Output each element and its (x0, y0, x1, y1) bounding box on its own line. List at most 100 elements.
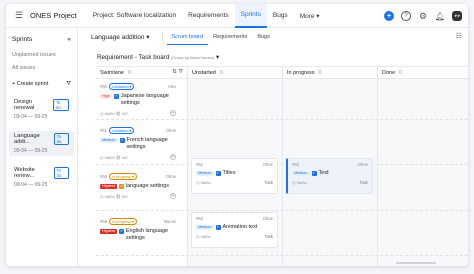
task-card-selected[interactable]: #62 Ohne Medium ✓ Text ◷ 0d/0d Task (286, 158, 373, 194)
time-estimate: 0d/0d (200, 180, 211, 185)
app-window: ☰ ONES Project Project: Software localiz… (6, 4, 468, 266)
issue-title-line: Japanese language (120, 93, 169, 99)
tab-sprints[interactable]: Sprints (234, 4, 267, 28)
create-sprint-button[interactable]: + Create sprint (12, 81, 48, 88)
hamburger-menu-icon[interactable]: ☰ (10, 7, 28, 25)
task-title: Titles (222, 170, 236, 176)
sidebar-sprint-item[interactable]: Design renewal To do 09-04 — 09-25 (12, 97, 71, 122)
column-count: 0 (219, 69, 223, 76)
sidebar-sprint-item-active[interactable]: Language addi... To do 09-04 — 09-25 (9, 131, 74, 156)
issue-id: #51 (100, 128, 107, 133)
link-count: 0/0 (121, 154, 128, 160)
assignee: Alex (167, 84, 176, 89)
chevron-down-icon: ▾ (215, 54, 220, 61)
create-plus-icon[interactable]: + (384, 11, 394, 21)
tab-project[interactable]: Project: Software localization (87, 4, 182, 28)
link-icon: ⛓ (115, 193, 121, 199)
tab-sprint-requirements[interactable]: Requirements (208, 29, 252, 45)
requirement-card[interactable]: #51 Unstarted ▾ Ohne Medium ≡ French languag… (100, 127, 176, 160)
tab-scrum-board[interactable]: Scrum board (166, 29, 209, 45)
app-title: ONES Project (30, 11, 77, 20)
task-type-icon: ✓ (215, 171, 221, 176)
row-divider (96, 255, 468, 256)
requirement-type-icon: ≡ (118, 229, 124, 234)
assignee: Ohne (165, 128, 176, 133)
row-divider (96, 119, 468, 120)
column-header-in-progress: In progress 0 (283, 67, 378, 79)
column-name: In progress (287, 69, 315, 76)
time-estimate: 0d/0d (104, 110, 115, 116)
task-type-icon: ✓ (215, 225, 221, 230)
row-divider (96, 210, 468, 211)
add-task-icon[interactable]: + (170, 110, 176, 116)
sort-filter-icon[interactable]: ⇅ ⛛ (172, 69, 183, 76)
clock-icon: ◷ (196, 234, 200, 239)
filter-icon[interactable]: ⛛ (66, 81, 71, 88)
sidebar-item-all-issues[interactable]: All issues (12, 65, 71, 71)
add-task-icon[interactable]: + (170, 154, 176, 160)
status-dropdown[interactable]: In progress ▾ (109, 173, 137, 180)
status-dropdown[interactable]: Unstarted ▾ (109, 127, 135, 134)
sprint-subheader: Language addition ▾ Scrum board Requirem… (79, 29, 468, 45)
column-count: 0 (318, 69, 322, 76)
requirement-card[interactable]: #56 In progress ▾ Ohne Highest ≡ language se… (100, 173, 176, 199)
tab-sprint-bugs[interactable]: Bugs (252, 29, 275, 45)
sprint-dates: 09-04 — 09-25 (14, 114, 48, 120)
board-title[interactable]: Requirement - Task board (Group by linke… (97, 54, 219, 61)
tab-bugs[interactable]: Bugs (267, 4, 294, 28)
issue-id: #50 (100, 84, 107, 89)
link-icon: ⛓ (115, 154, 121, 160)
time-estimate: 0d/0d (104, 154, 115, 160)
add-task-icon[interactable]: + (170, 193, 176, 199)
collapse-sidebar-icon[interactable]: « (67, 36, 71, 43)
clock-icon: ◷ (292, 180, 296, 185)
requirement-type-icon: ≡ (119, 138, 125, 143)
user-avatar[interactable]: ◕◕ (452, 11, 462, 21)
issue-title-line: settings (120, 100, 140, 106)
link-count: 0/0 (121, 110, 128, 116)
sprint-name: Design renewal (14, 99, 35, 111)
requirement-card[interactable]: #50 Unstarted ▾ Alex High ≡ Japanese languag… (100, 83, 176, 116)
sprint-dates: 09-04 — 09-25 (14, 148, 48, 154)
column-name: Done (382, 69, 396, 76)
requirement-type-icon: ≡ (113, 94, 119, 99)
task-card[interactable]: #61 Ohne Medium ✓ Titles ◷ 0d/0d Task (191, 158, 278, 194)
sidebar-title: Sprints (12, 36, 33, 43)
issue-type-label: Task (264, 180, 273, 185)
issue-id: #58 (100, 219, 107, 224)
help-icon[interactable]: ? (401, 11, 411, 21)
sprint-selector[interactable]: Language addition ▾ (91, 33, 163, 41)
notification-bell-icon[interactable]: 🔔︎ (435, 11, 445, 21)
status-badge: To do (53, 99, 69, 111)
row-divider (96, 164, 468, 165)
assignee: Ohne (262, 216, 273, 221)
assignee: Naomi (163, 219, 176, 224)
time-estimate: 0d/0d (296, 180, 307, 185)
list-view-icon[interactable]: ☷ (456, 32, 462, 40)
tab-more[interactable]: More ▾ (294, 4, 326, 28)
sprint-name: Website renew... (14, 167, 35, 179)
sidebar-sprint-item[interactable]: Website renew... To do 09-04 — 09-25 (12, 165, 71, 190)
status-dropdown[interactable]: Unstarted ▾ (109, 83, 135, 90)
task-card[interactable]: #64 Ohne Medium ✓ Animation text ◷ 0d/0d Tas… (191, 212, 278, 248)
issue-id: #62 (292, 162, 299, 167)
task-title: Text (318, 170, 329, 176)
priority-badge: Medium (292, 171, 310, 176)
status-dropdown[interactable]: In progress ▾ (109, 218, 137, 225)
sprint-name: Language addi... (14, 133, 40, 145)
sidebar-item-unplanned[interactable]: Unplanned issues (12, 52, 71, 58)
column-header-done: Done 0 (378, 67, 468, 79)
issue-id: #64 (196, 216, 203, 221)
column-name: Swimlane (100, 69, 124, 76)
requirement-card[interactable]: #58 In progress ▾ Naomi Highest ≡ English la… (100, 218, 176, 242)
tab-requirements[interactable]: Requirements (182, 4, 234, 28)
issue-type-label: Task (359, 180, 368, 185)
priority-badge: Medium (196, 171, 214, 176)
top-bar: ☰ ONES Project Project: Software localiz… (6, 4, 468, 28)
settings-gear-icon[interactable]: ⚙ (418, 11, 428, 21)
issue-type-label: Task (264, 234, 273, 239)
issue-id: #61 (196, 162, 203, 167)
task-title: Animation text (222, 224, 258, 230)
column-header-swimlane: Swimlane 0 ⇅ ⛛ (96, 67, 188, 79)
horizontal-scrollbar[interactable] (396, 262, 436, 264)
